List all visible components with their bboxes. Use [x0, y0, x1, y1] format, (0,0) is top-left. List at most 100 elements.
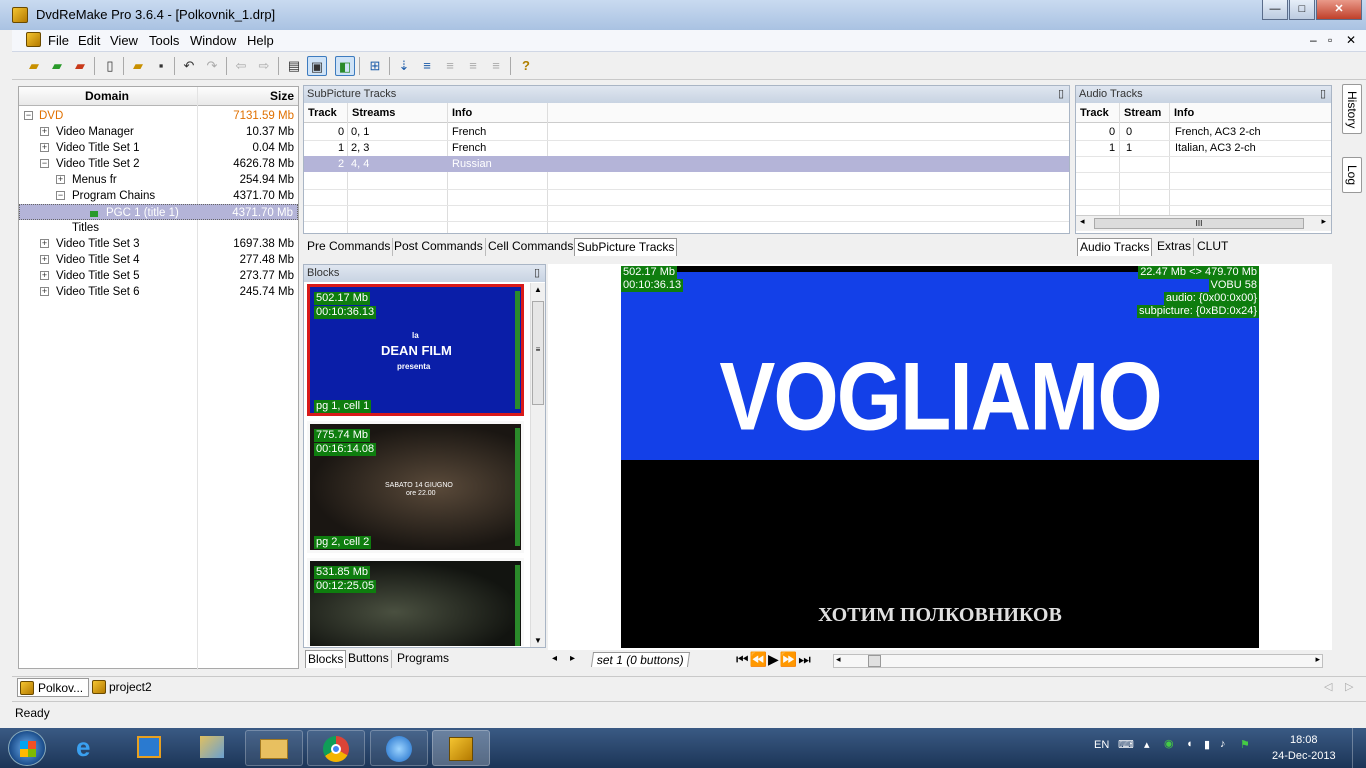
app-icon[interactable] [12, 7, 28, 23]
doc-tab-project2[interactable]: project2 [90, 678, 170, 697]
list4-icon[interactable]: ≡ [463, 56, 483, 76]
tab-cell-commands[interactable]: Cell Commands [486, 238, 577, 256]
tree-row-vts5[interactable]: + Video Title Set 5 273.77 Mb [19, 268, 298, 284]
domain-column-header[interactable]: Domain [85, 87, 129, 106]
rewind-icon[interactable]: ⏪ [750, 651, 768, 667]
new-icon[interactable]: ▯ [100, 56, 120, 76]
block-item[interactable]: 775.74 Mb 00:16:14.08 SABATO 14 GIUGNO o… [307, 421, 524, 553]
redo-icon[interactable]: ↷ [202, 56, 222, 76]
doc-icon[interactable] [26, 32, 41, 47]
list-icon[interactable]: ⇣ [394, 56, 414, 76]
list3-icon[interactable]: ≡ [440, 56, 460, 76]
start-button[interactable] [8, 730, 46, 766]
nav-prev-set-button[interactable]: ◂ [552, 653, 557, 664]
save-icon[interactable]: ▪ [151, 56, 171, 76]
tree-row-menus-fr[interactable]: + Menus fr 254.94 Mb [19, 172, 298, 188]
show-desktop-button[interactable] [1352, 728, 1366, 768]
clock-date[interactable]: 24-Dec-2013 [1272, 750, 1336, 762]
menu-file[interactable]: File [48, 33, 69, 48]
language-indicator[interactable]: EN [1094, 739, 1109, 751]
play-icon[interactable]: ▶ [768, 651, 780, 667]
action-center-icon[interactable]: ⚑ [1240, 738, 1250, 751]
list2-icon[interactable]: ≡ [417, 56, 437, 76]
col-track[interactable]: Track [1080, 105, 1109, 121]
open-project-icon[interactable]: ▰ [128, 56, 148, 76]
media-player-icon[interactable] [120, 730, 178, 766]
first-frame-icon[interactable]: ⏮ [736, 651, 750, 667]
fast-forward-icon[interactable]: ⏩ [780, 651, 798, 667]
audio-row[interactable]: 0 0 French, AC3 2-ch [1076, 124, 1331, 140]
menu-edit[interactable]: Edit [78, 33, 100, 48]
forward-icon[interactable]: ⇨ [254, 56, 274, 76]
view-preview-icon[interactable]: ▣ [307, 56, 327, 76]
back-icon[interactable]: ⇦ [231, 56, 251, 76]
nav-next-set-button[interactable]: ▸ [570, 653, 575, 664]
audio-hscrollbar[interactable]: ◂ III ▸ [1076, 215, 1331, 231]
minimize-button[interactable]: — [1262, 0, 1288, 20]
menu-help[interactable]: Help [247, 33, 274, 48]
seek-thumb[interactable] [868, 655, 881, 667]
tree-row-vts2[interactable]: − Video Title Set 2 4626.78 Mb [19, 156, 298, 172]
scroll-thumb[interactable]: III [1094, 218, 1304, 229]
open-recent-icon[interactable]: ▰ [70, 56, 90, 76]
tree-row-program-chains[interactable]: − Program Chains 4371.70 Mb [19, 188, 298, 204]
preview-frame[interactable]: VOGLIAMO ХОТИМ ПОЛКОВНИКОВ 502.17 Mb 00:… [621, 266, 1259, 648]
undo-icon[interactable]: ↶ [179, 56, 199, 76]
keyboard-icon[interactable]: ⌨ [1118, 738, 1134, 751]
tree-row-dvd[interactable]: − DVD 7131.59 Mb [19, 108, 298, 124]
mdi-minimize-button[interactable]: – [1310, 33, 1317, 47]
clock-time[interactable]: 18:08 [1290, 734, 1318, 746]
close-button[interactable]: ✕ [1316, 0, 1362, 20]
paint-icon[interactable] [182, 730, 240, 766]
scroll-thumb[interactable]: ≡ [532, 301, 544, 405]
menu-window[interactable]: Window [190, 33, 236, 48]
block-item[interactable]: 531.85 Mb 00:12:25.05 [307, 558, 524, 646]
tree-row-vts3[interactable]: + Video Title Set 3 1697.38 Mb [19, 236, 298, 252]
pin-icon[interactable]: ▯ [1320, 86, 1326, 103]
col-streams[interactable]: Streams [352, 105, 395, 121]
set-tab[interactable]: set 1 (0 buttons) [590, 652, 690, 667]
doc-tabs-scroll-left-icon[interactable]: ◁ [1324, 680, 1332, 693]
tab-blocks[interactable]: Blocks [305, 650, 347, 668]
tab-pre-commands[interactable]: Pre Commands [305, 238, 394, 256]
structure-icon[interactable]: ⊞ [365, 56, 385, 76]
col-stream[interactable]: Stream [1124, 105, 1161, 121]
menu-view[interactable]: View [110, 33, 138, 48]
last-frame-icon[interactable]: ⏭ [798, 651, 812, 667]
blocks-vscrollbar[interactable]: ▲ ≡ ▼ [530, 283, 545, 647]
volume-icon[interactable]: ♪ [1220, 738, 1226, 750]
col-info[interactable]: Info [452, 105, 472, 121]
tree-row-titles[interactable]: Titles [19, 220, 298, 236]
tree-row-pgc1[interactable]: PGC 1 (title 1) 4371.70 Mb [19, 204, 298, 220]
open-folder-icon[interactable]: ▰ [47, 56, 67, 76]
explorer-icon[interactable] [245, 730, 303, 766]
maximize-button[interactable]: □ [1289, 0, 1315, 20]
tab-audio-tracks[interactable]: Audio Tracks [1077, 238, 1153, 256]
pin-icon[interactable]: ▯ [534, 265, 540, 282]
tab-programs[interactable]: Programs [395, 650, 451, 668]
mdi-restore-button[interactable]: ▫ [1328, 33, 1332, 47]
scroll-left-icon[interactable]: ◂ [1080, 216, 1085, 227]
menu-tools[interactable]: Tools [149, 33, 179, 48]
tab-history[interactable]: History [1342, 84, 1362, 134]
chrome-icon[interactable] [307, 730, 365, 766]
view-grid-icon[interactable]: ▤ [284, 56, 304, 76]
audio-row[interactable]: 1 1 Italian, AC3 2-ch [1076, 140, 1331, 156]
tab-subpicture-tracks[interactable]: SubPicture Tracks [574, 238, 678, 256]
subpicture-row[interactable]: 1 2, 3 French [304, 140, 1069, 156]
pin-icon[interactable]: ▯ [1058, 86, 1064, 103]
seek-slider[interactable]: ◂ ▸ [833, 654, 1323, 668]
dvdremake-taskbar-icon[interactable] [432, 730, 490, 766]
tab-clut[interactable]: CLUT [1195, 238, 1230, 256]
tab-post-commands[interactable]: Post Commands [392, 238, 486, 256]
doc-tabs-scroll-right-icon[interactable]: ▷ [1345, 680, 1353, 693]
itunes-icon[interactable] [370, 730, 428, 766]
list5-icon[interactable]: ≡ [486, 56, 506, 76]
tree-row-vts4[interactable]: + Video Title Set 4 277.48 Mb [19, 252, 298, 268]
block-item[interactable]: 502.17 Mb 00:10:36.13 la DEAN FILM prese… [307, 284, 524, 416]
tab-extras[interactable]: Extras [1155, 238, 1195, 256]
size-column-header[interactable]: Size [270, 87, 294, 106]
network-icon[interactable]: ▮ [1204, 738, 1210, 751]
utorrent-icon[interactable]: ◉ [1164, 737, 1174, 750]
subpicture-row-selected[interactable]: 2 4, 4 Russian [304, 156, 1069, 172]
